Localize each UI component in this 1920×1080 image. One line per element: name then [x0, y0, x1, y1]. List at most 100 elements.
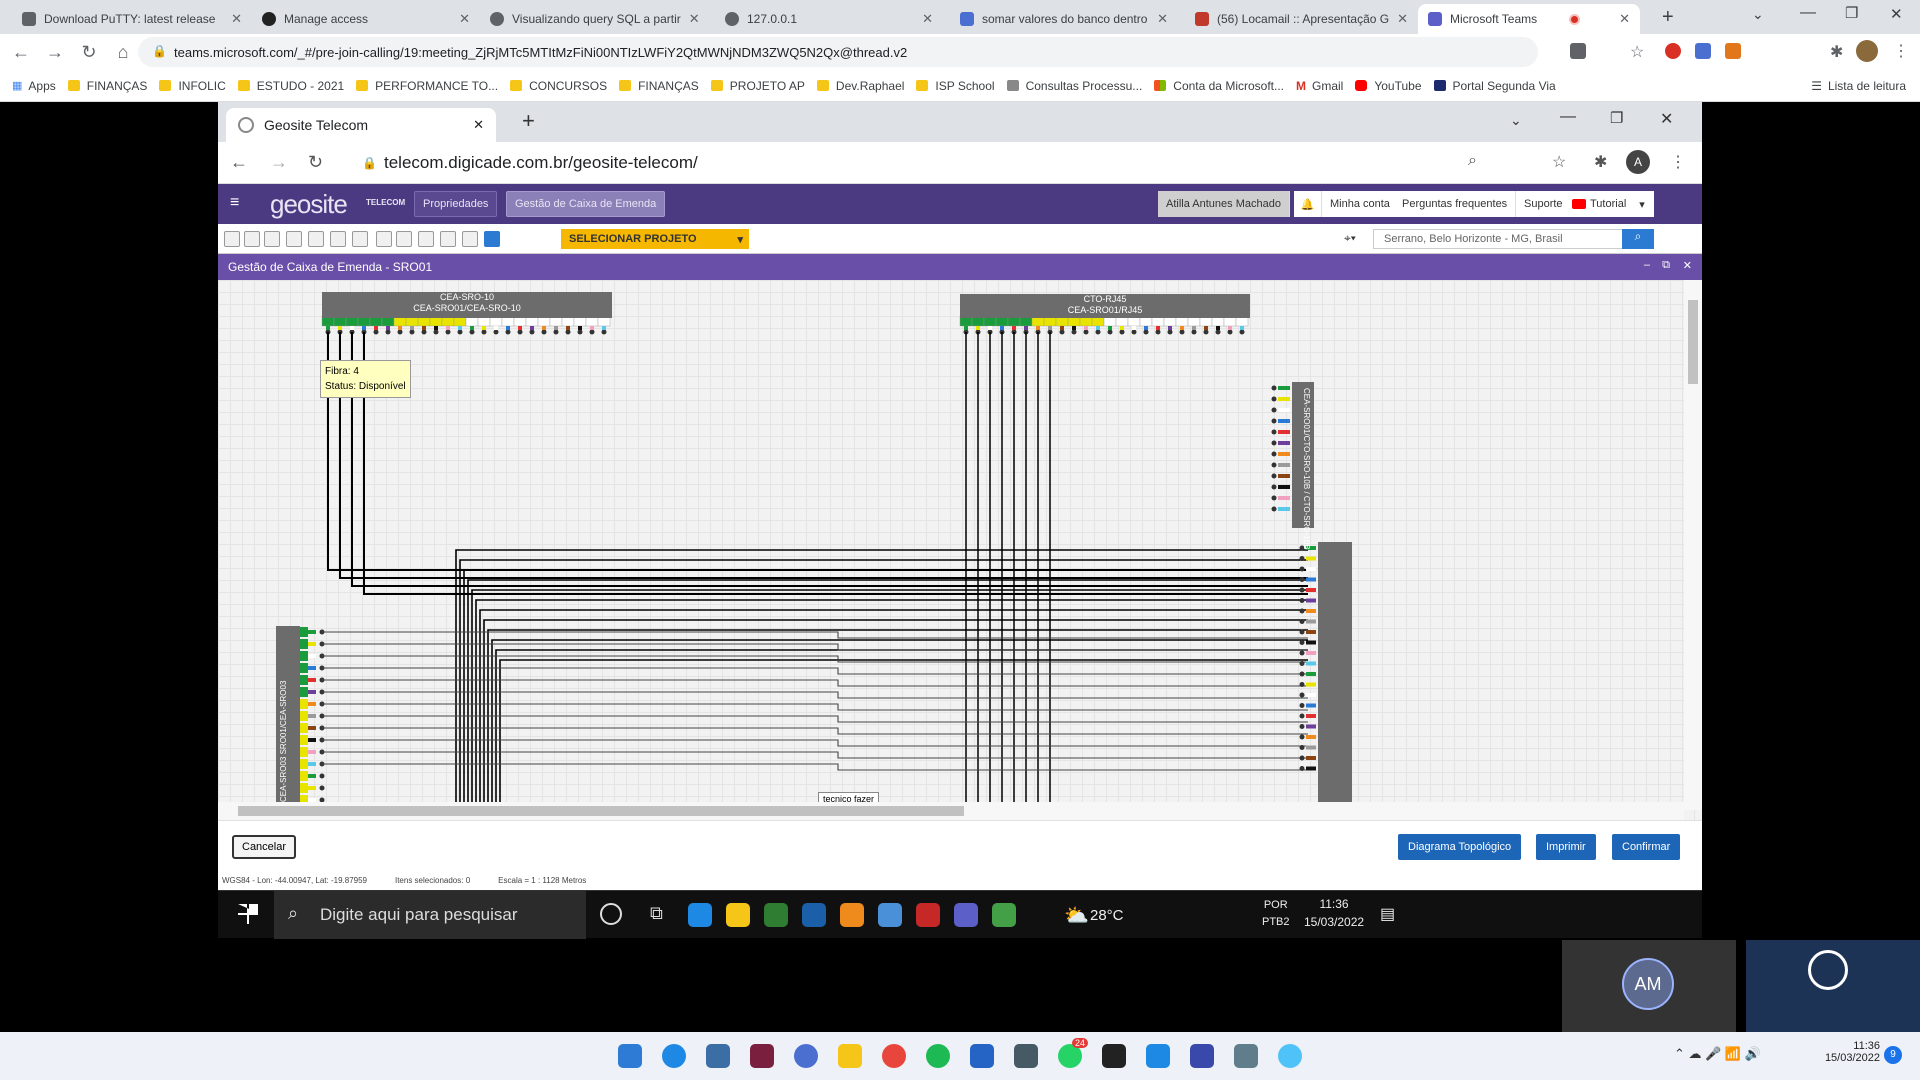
close-icon[interactable]: ✕ [223, 11, 242, 27]
close-icon[interactable]: ✕ [1389, 11, 1408, 27]
whatsapp-icon[interactable]: 24 [1058, 1038, 1088, 1068]
cable-box-cto-sro-10b[interactable]: CEA-SRO01/CTO-SRO-10B / CTO-SRO-10B [1292, 382, 1314, 550]
cable-box-cea-sro-10[interactable]: CEA-SRO-10 CEA-SRO01/CEA-SRO-10 [322, 292, 612, 318]
taskbar-clock[interactable]: 11:36 15/03/2022 [1304, 895, 1364, 931]
select-area-icon[interactable] [244, 231, 260, 247]
outer-tab-locamail[interactable]: (56) Locamail :: Apresentação G ✕ [1185, 4, 1413, 34]
cable-box-cto-rj45[interactable]: CTO-RJ45 CEA-SRO01/RJ45 [960, 294, 1250, 318]
file-explorer-icon[interactable] [838, 1044, 862, 1068]
host-clock[interactable]: 11:36 15/03/2022 [1825, 1040, 1880, 1064]
chrome-icon[interactable] [878, 903, 902, 927]
print-button[interactable]: Imprimir [1536, 834, 1596, 860]
puzzle-icon[interactable]: ✱ [1594, 152, 1607, 172]
bookmark-folder[interactable]: CONCURSOS [510, 79, 607, 93]
menu-icon[interactable]: ⋮ [1893, 41, 1909, 61]
window-close-button[interactable]: ✕ [1890, 5, 1903, 23]
bookmark-site[interactable]: Consultas Processu... [1006, 79, 1142, 93]
inner-address-bar[interactable]: 🔒 telecom.digicade.com.br/geosite-telecom… [348, 148, 1508, 178]
confirm-button[interactable]: Confirmar [1612, 834, 1681, 860]
search-button[interactable]: ⌕ [1622, 229, 1654, 249]
close-icon[interactable]: ✕ [1611, 11, 1630, 27]
upload-icon[interactable] [484, 231, 500, 247]
edge-icon[interactable] [662, 1044, 686, 1068]
app-icon[interactable] [1234, 1044, 1258, 1068]
notes-icon[interactable] [970, 1044, 994, 1068]
outer-tab-sql[interactable]: Visualizando query SQL a partir ✕ [480, 4, 708, 34]
participant-tile-screen[interactable] [1746, 940, 1920, 1032]
location-pin-icon[interactable]: ⌖▾ [1344, 231, 1356, 246]
close-icon[interactable]: ✕ [914, 11, 933, 27]
participant-tile[interactable]: AM [1562, 940, 1736, 1032]
outer-tab-localhost[interactable]: 127.0.0.1 ✕ [715, 4, 943, 34]
bookmark-folder[interactable]: ISP School [916, 79, 995, 93]
outer-address-bar[interactable]: 🔒 teams.microsoft.com/_#/pre-join-calling… [138, 37, 1538, 67]
measure-icon[interactable] [376, 231, 392, 247]
bookmark-apps[interactable]: ▦ Apps [12, 79, 56, 93]
layers-icon[interactable] [396, 231, 412, 247]
dropdown-caret-icon[interactable]: ▾ [1630, 191, 1654, 217]
app-icon[interactable] [764, 903, 788, 927]
teams-icon[interactable] [954, 903, 978, 927]
tutorial-link[interactable]: Tutorial [1564, 191, 1636, 217]
reload-icon[interactable]: ↻ [72, 42, 106, 63]
cable-box-cea-sro03[interactable]: CEA-SRO03 SRO01/CEA-SRO03 [276, 626, 300, 806]
bookmark-gmail[interactable]: M Gmail [1296, 79, 1343, 93]
vscode-icon[interactable] [1146, 1044, 1170, 1068]
unlock-icon[interactable] [440, 231, 456, 247]
bookmark-youtube[interactable]: YouTube [1355, 79, 1422, 93]
notification-icon[interactable]: ▤ [1380, 904, 1395, 924]
forward-icon[interactable]: → [38, 42, 72, 63]
restore-button[interactable]: ❐ [1845, 4, 1858, 22]
profile-avatar[interactable] [1856, 40, 1878, 62]
notification-badge[interactable]: 9 [1884, 1046, 1902, 1064]
outer-tab-github[interactable]: Manage access ✕ [252, 4, 480, 34]
restore-button[interactable]: ❐ [1610, 109, 1623, 127]
puzzle-icon[interactable]: ✱ [1830, 42, 1843, 62]
close-icon[interactable]: ✕ [1149, 11, 1168, 27]
file-explorer-icon[interactable] [726, 903, 750, 927]
task-view-icon[interactable]: ⧉ [650, 903, 663, 924]
faq-link[interactable]: Perguntas frequentes [1394, 191, 1517, 217]
zoom-out-icon[interactable] [352, 231, 368, 247]
forward-icon[interactable]: → [270, 152, 288, 173]
minimize-button[interactable]: — [1800, 4, 1816, 22]
window-close-button[interactable]: ✕ [1660, 109, 1673, 129]
splice-box-button[interactable]: Gestão de Caixa de Emenda [506, 191, 666, 217]
chrome-icon[interactable] [882, 1044, 906, 1068]
user-name[interactable]: Atilla Antunes Machado [1158, 191, 1290, 217]
windows-start-icon[interactable] [238, 904, 258, 924]
bookmark-folder[interactable]: FINANÇAS [619, 79, 699, 93]
reading-list[interactable]: ☰ Lista de leitura [1811, 79, 1906, 93]
app-icon[interactable] [794, 1044, 818, 1068]
pan-hand-icon[interactable] [264, 231, 280, 247]
cancel-button[interactable]: Cancelar [232, 835, 297, 859]
star-icon[interactable]: ☆ [1552, 152, 1566, 172]
profile-avatar[interactable]: A [1626, 150, 1650, 174]
close-icon[interactable]: ✕ [681, 11, 700, 27]
windows-start-icon[interactable] [618, 1044, 642, 1068]
bookmark-folder[interactable]: INFOLIC [159, 79, 226, 93]
close-panel-icon[interactable]: ✕ [1683, 259, 1692, 272]
outer-tab-putty[interactable]: Download PuTTY: latest release ✕ [12, 4, 252, 34]
horizontal-scrollbar[interactable] [218, 802, 1684, 820]
back-icon[interactable]: ← [4, 42, 38, 63]
app-icon[interactable] [750, 1044, 774, 1068]
my-account-link[interactable]: Minha conta [1322, 191, 1399, 217]
lock-icon[interactable] [418, 231, 434, 247]
taskbar-search[interactable]: ⌕ Digite aqui para pesquisar [274, 891, 586, 939]
system-tray-icons[interactable]: ⌃ ☁ 🎤 📶 🔊 [1674, 1046, 1761, 1062]
select-project-dropdown[interactable]: SELECIONAR PROJETO ▾ [561, 229, 749, 249]
properties-button[interactable]: Propriedades [414, 191, 498, 217]
splice-diagram-canvas[interactable]: CEA-SRO-10 CEA-SRO01/CEA-SRO-10 CTO-RJ45 C… [218, 280, 1702, 820]
print-icon[interactable] [462, 231, 478, 247]
topology-diagram-button[interactable]: Diagrama Topológico [1398, 834, 1522, 860]
minimize-button[interactable]: — [1560, 108, 1576, 126]
new-tab-button[interactable]: + [1662, 6, 1674, 29]
extent-icon[interactable] [308, 231, 324, 247]
bookmark-folder[interactable]: FINANÇAS [67, 79, 147, 93]
inner-tab-geosite[interactable]: Geosite Telecom ✕ [226, 108, 496, 142]
outer-tab-teams[interactable]: Microsoft Teams ✕ [1418, 4, 1640, 34]
new-tab-button[interactable]: + [522, 108, 535, 134]
home-icon[interactable]: ⌂ [106, 42, 140, 63]
address-search-input[interactable]: Serrano, Belo Horizonte - MG, Brasil [1373, 229, 1623, 249]
